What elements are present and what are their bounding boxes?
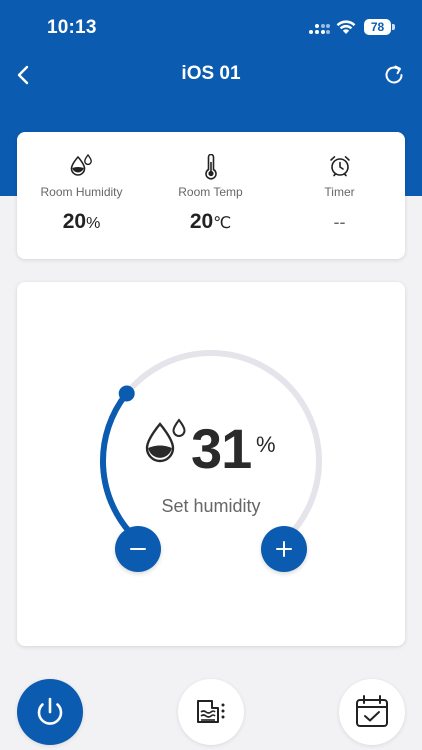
set-humidity-value: 31 bbox=[191, 417, 252, 480]
alarm-clock-icon bbox=[329, 156, 350, 177]
timer-value: -- bbox=[333, 212, 346, 232]
humidity-drops-icon bbox=[145, 418, 186, 463]
set-humidity-unit: % bbox=[256, 432, 276, 457]
power-button[interactable] bbox=[17, 679, 83, 745]
wifi-icon bbox=[336, 20, 356, 34]
cellular-signal-icon bbox=[309, 24, 330, 34]
room-temp-unit: ℃ bbox=[213, 215, 232, 232]
minus-icon bbox=[130, 548, 146, 550]
power-icon bbox=[37, 697, 63, 725]
status-bar: 10:13 78 bbox=[0, 0, 422, 56]
room-humidity-unit: % bbox=[86, 215, 101, 232]
room-humidity-number: 20 bbox=[62, 210, 87, 233]
battery-tip bbox=[392, 24, 395, 30]
status-time: 10:13 bbox=[47, 17, 97, 38]
back-button[interactable] bbox=[12, 62, 34, 88]
humidity-dial-card: 31 % Set humidity bbox=[17, 282, 405, 646]
room-temp-value: 20℃ bbox=[146, 210, 275, 234]
room-temp-stat: Room Temp 20℃ bbox=[146, 132, 275, 259]
room-humidity-stat: Room Humidity 20% bbox=[17, 132, 146, 259]
water-tank-button[interactable] bbox=[178, 679, 244, 745]
increase-button[interactable] bbox=[261, 526, 307, 572]
water-tank-icon bbox=[197, 700, 225, 723]
timer-label: Timer bbox=[324, 185, 355, 199]
dial-handle[interactable] bbox=[118, 385, 135, 402]
calendar-check-icon bbox=[356, 695, 388, 727]
room-humidity-value: 20% bbox=[17, 210, 146, 234]
room-temp-label: Room Temp bbox=[178, 185, 243, 199]
thermometer-icon bbox=[204, 154, 217, 180]
room-info-card: Room Humidity 20% Room Temp 20℃ Timer -- bbox=[17, 132, 405, 259]
schedule-button[interactable] bbox=[339, 679, 405, 745]
plus-icon bbox=[276, 541, 292, 557]
battery-indicator: 78 bbox=[364, 19, 391, 35]
timer-stat[interactable]: Timer -- bbox=[275, 132, 404, 259]
decrease-button[interactable] bbox=[115, 526, 161, 572]
room-humidity-label: Room Humidity bbox=[40, 185, 123, 199]
refresh-button[interactable] bbox=[382, 63, 406, 87]
water-drops-icon bbox=[70, 154, 92, 176]
set-humidity-label: Set humidity bbox=[161, 496, 261, 516]
room-temp-number: 20 bbox=[189, 210, 214, 233]
